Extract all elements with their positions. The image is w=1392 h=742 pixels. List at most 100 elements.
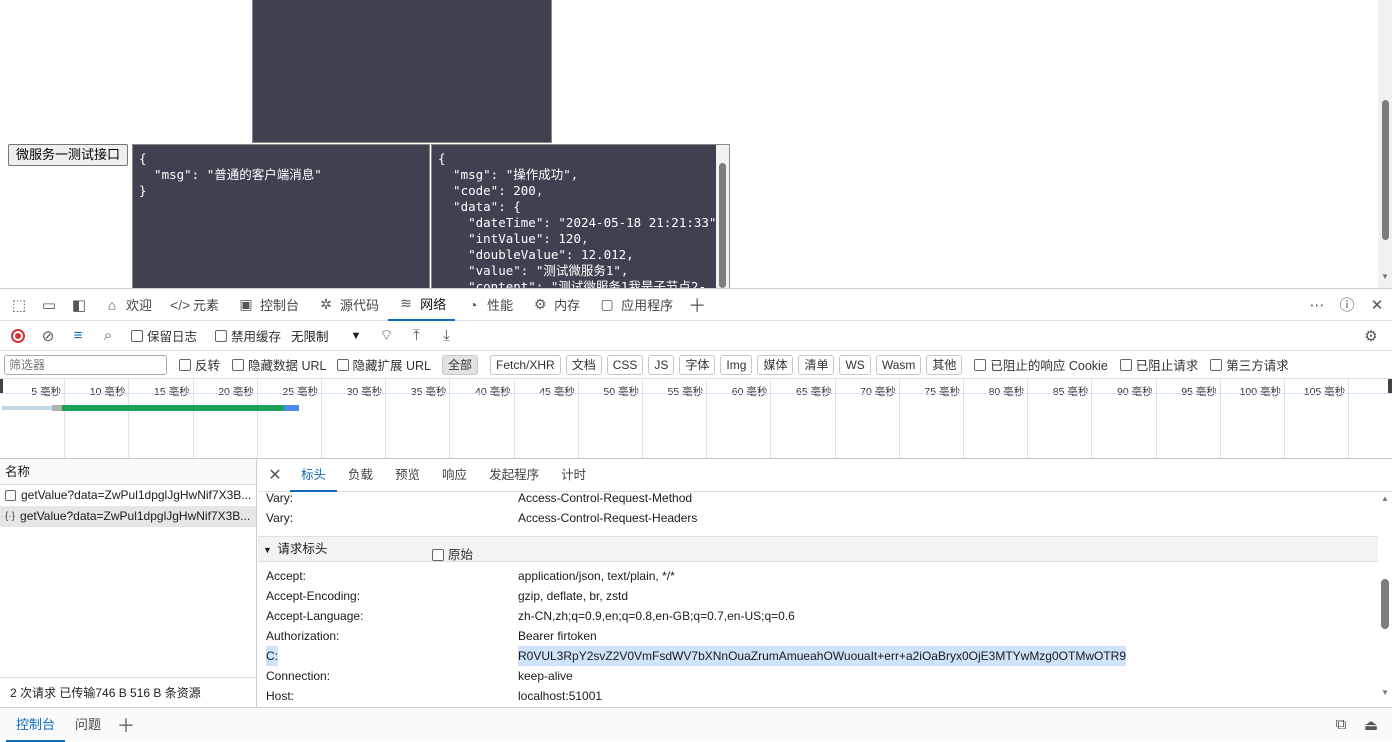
tab-cpu[interactable]: ⚙ 内存 — [522, 289, 589, 321]
throttle-select[interactable]: 无限制 ▼ — [291, 326, 361, 345]
dock-side-icon[interactable]: ◧ — [64, 292, 94, 318]
tab-home[interactable]: ⌂ 欢迎 — [94, 289, 161, 321]
tab-gauge[interactable]: ◔ 性能 — [455, 289, 522, 321]
close-devtools-icon[interactable]: ✕ — [1362, 292, 1392, 318]
timeline-tick: 40 毫秒 — [475, 379, 515, 458]
filter-toggle-icon[interactable]: ≡ — [63, 323, 93, 349]
disable-cache-checkbox[interactable]: 禁用缓存 — [215, 326, 281, 345]
import-har-icon[interactable]: ⤒ — [401, 323, 431, 349]
device-emulation-icon[interactable]: ▭ — [34, 292, 64, 318]
name-column-header[interactable]: 名称 — [0, 459, 256, 485]
network-toolbar: ⊘ ≡ ⌕ 保留日志 禁用缓存 无限制 ▼ ⌔ ⤒ ⤓ ⚙ — [0, 321, 1392, 351]
filter-type-pill[interactable]: Img — [720, 354, 753, 375]
request-headers-section[interactable]: ▼ 请求标头 原始 — [258, 536, 1378, 562]
timeline-overview[interactable]: 5 毫秒 10 毫秒 15 毫秒 20 毫秒 25 毫秒 30 毫秒 35 毫秒 40 毫秒 4… — [0, 379, 1392, 459]
bottom-drawer: 控制台 问题 ＋ ⧉ ⏏ — [0, 707, 1392, 742]
filter-type-pill[interactable]: 清单 — [798, 354, 835, 375]
filter-type-pill[interactable]: 文档 — [565, 354, 602, 375]
document-icon — [5, 490, 16, 501]
timeline-tick: 100 毫秒 — [1240, 379, 1285, 458]
export-har-icon[interactable]: ⤓ — [431, 323, 461, 349]
tab-code[interactable]: </> 元素 — [161, 289, 228, 321]
filter-input[interactable]: 筛选器 — [4, 354, 167, 375]
timeline-bar-waiting — [2, 406, 52, 410]
tab-wifi[interactable]: ≋ 网络 — [388, 289, 456, 321]
response-scrollbar[interactable] — [716, 145, 729, 288]
detail-tab[interactable]: 发起程序 — [478, 459, 550, 492]
timeline-bar-download — [284, 405, 299, 411]
dock-drawer-icon[interactable]: ⧉ — [1326, 712, 1356, 738]
detail-tab[interactable]: 标头 — [290, 459, 338, 492]
tab-bug[interactable]: ✲ 源代码 — [308, 289, 388, 321]
xhr-icon: {·} — [5, 511, 16, 522]
collapse-drawer-icon[interactable]: ⏏ — [1356, 712, 1386, 738]
timeline-tick-label: 45 毫秒 — [539, 386, 575, 398]
detail-tab[interactable]: 计时 — [550, 459, 597, 492]
timeline-tick: 105 毫秒 — [1304, 379, 1350, 458]
filter-type-pill[interactable]: Fetch/XHR — [490, 354, 561, 375]
detail-tab[interactable]: 负载 — [337, 459, 384, 492]
inspect-icon[interactable]: ⬚ — [4, 292, 34, 318]
filter-type-pill[interactable]: WS — [839, 354, 871, 375]
network-summary: 2 次请求 已传输746 B 516 B 条资源 — [0, 677, 257, 707]
add-drawer-tab-icon[interactable]: ＋ — [111, 712, 141, 738]
search-icon[interactable]: ⌕ — [93, 323, 123, 349]
timeline-tick: 35 毫秒 — [411, 379, 451, 458]
blocked-cookies-checkbox[interactable]: 已阻止的响应 Cookie — [974, 355, 1108, 374]
request-textarea[interactable]: { "msg": "普通的客户端消息" } — [132, 144, 430, 288]
detail-tab[interactable]: 响应 — [431, 459, 478, 492]
close-detail-icon[interactable]: ✕ — [260, 462, 290, 488]
timeline-tick-label: 100 毫秒 — [1239, 386, 1281, 398]
network-conditions-icon[interactable]: ⌔ — [371, 323, 401, 349]
hide-data-url-checkbox[interactable]: 隐藏数据 URL — [232, 355, 327, 374]
help-icon[interactable]: ⓘ — [1332, 292, 1362, 318]
clear-icon[interactable]: ⊘ — [33, 323, 63, 349]
page-scrollbar[interactable]: ▼ — [1378, 0, 1392, 288]
chevron-down-icon: ▼ — [350, 329, 362, 342]
settings-gear-icon[interactable]: ⚙ — [1356, 323, 1386, 349]
blocked-requests-checkbox[interactable]: 已阻止请求 — [1119, 355, 1198, 374]
response-textarea[interactable]: { "msg": "操作成功", "code": 200, "data": { … — [431, 144, 730, 288]
timeline-tick-label: 10 毫秒 — [89, 386, 126, 398]
cpu-icon: ⚙ — [533, 296, 547, 312]
microservice-test-button[interactable]: 微服务一测试接口 — [8, 144, 129, 166]
more-options-icon[interactable]: ⋯ — [1302, 292, 1332, 318]
timeline-tick-label: 60 毫秒 — [731, 386, 768, 398]
record-icon[interactable] — [3, 323, 33, 349]
preserve-log-checkbox[interactable]: 保留日志 — [131, 326, 197, 345]
timeline-tick-label: 90 毫秒 — [1116, 386, 1153, 398]
timeline-tick-label: 80 毫秒 — [988, 386, 1025, 398]
timeline-tick-label: 40 毫秒 — [474, 386, 511, 398]
filter-type-pill[interactable]: 字体 — [679, 354, 716, 375]
top-textarea[interactable] — [252, 0, 552, 143]
drawer-tab-console[interactable]: 控制台 — [6, 708, 66, 742]
raw-headers-checkbox[interactable]: 原始 — [432, 543, 473, 567]
filter-type-pill[interactable]: CSS — [606, 354, 644, 375]
tab-app-window[interactable]: ▢ 应用程序 — [589, 289, 682, 321]
headers-view: Vary: Access-Control-Request-Method Vary:… — [258, 491, 1378, 707]
filter-type-pill[interactable]: 媒体 — [757, 354, 794, 375]
timeline-tick-label: 50 毫秒 — [603, 386, 639, 398]
filter-type-pill[interactable]: Wasm — [875, 354, 922, 375]
filter-type-pill[interactable]: JS — [648, 354, 675, 375]
devtools-panel: ⬚ ▭ ◧ ⌂ 欢迎 </> 元素 ▣ 控制台 ✲ 源代码 ≋ 网络 ◔ 性能 ⚙ 内存 ▢ 应用程序 ＋ ⋯… — [0, 288, 1392, 742]
third-party-checkbox[interactable]: 第三方请求 — [1210, 355, 1289, 374]
add-tab-icon[interactable]: ＋ — [682, 292, 712, 318]
filter-type-pill[interactable]: 全部 — [441, 354, 478, 375]
request-row[interactable]: getValue?data=ZwPul1dpglJgHwNif7X3B... — [0, 485, 256, 506]
timeline-tick: 90 毫秒 — [1117, 379, 1157, 458]
collapse-triangle-icon: ▼ — [263, 545, 272, 555]
hide-extension-url-checkbox[interactable]: 隐藏扩展 URL — [336, 355, 431, 374]
request-row-selected[interactable]: {·} getValue?data=ZwPul1dpglJgHwNif7X3B.… — [0, 506, 256, 527]
timeline-bar-ttfb — [62, 405, 284, 411]
timeline-tick: 15 毫秒 — [154, 379, 194, 458]
detail-scrollbar[interactable]: ▲ ▼ — [1378, 492, 1392, 707]
detail-tab[interactable]: 预览 — [384, 459, 431, 492]
timeline-tick: 45 毫秒 — [539, 379, 579, 458]
tab-console[interactable]: ▣ 控制台 — [228, 289, 308, 321]
drawer-tab-issues[interactable]: 问题 — [65, 708, 111, 742]
invert-checkbox[interactable]: 反转 — [179, 355, 220, 374]
timeline-tick: 5 毫秒 — [31, 379, 66, 458]
devtools-tabbar: ⬚ ▭ ◧ ⌂ 欢迎 </> 元素 ▣ 控制台 ✲ 源代码 ≋ 网络 ◔ 性能 ⚙ 内存 ▢ 应用程序 ＋ ⋯… — [0, 289, 1392, 321]
filter-type-pill[interactable]: 其他 — [926, 354, 963, 375]
